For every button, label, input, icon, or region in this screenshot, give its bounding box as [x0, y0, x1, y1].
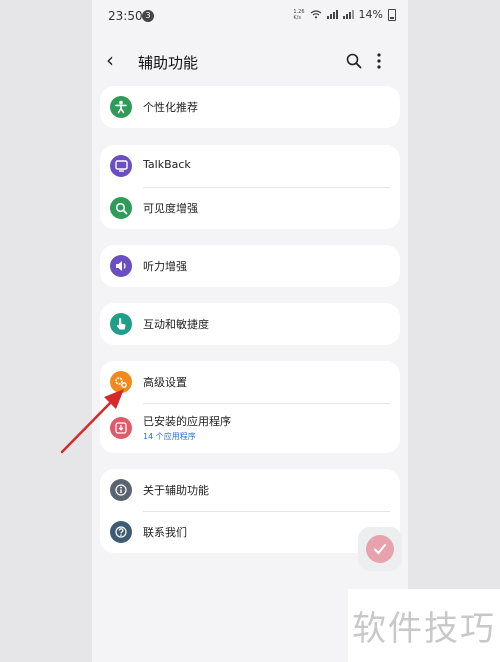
- info-icon: [110, 479, 132, 501]
- list-item-label: 互动和敏捷度: [143, 318, 209, 331]
- more-vert-icon[interactable]: [374, 51, 384, 71]
- page-title: 辅助功能: [138, 54, 199, 72]
- settings-group-interaction: 互动和敏捷度: [100, 303, 400, 345]
- settings-group-about: 关于辅助功能 联系我们: [100, 469, 400, 553]
- list-item-interaction-dexterity[interactable]: 互动和敏捷度: [100, 303, 400, 345]
- watermark-text: 软件技巧: [352, 609, 496, 649]
- list-item-label: 听力增强: [143, 260, 187, 273]
- touch-hand-icon: [110, 313, 132, 335]
- settings-group-advanced: 高级设置 已安装的应用程序 14 个应用程序: [100, 361, 400, 453]
- talkback-screen-icon: [110, 155, 132, 177]
- list-item-label: 高级设置: [143, 376, 187, 389]
- list-item-label: 已安装的应用程序: [143, 415, 231, 428]
- speaker-icon: [110, 255, 132, 277]
- download-icon: [110, 417, 132, 439]
- list-item-subtitle: 14 个应用程序: [143, 432, 196, 441]
- wifi-icon: [310, 10, 321, 19]
- status-bar: 23:50 3 1.26 K/s 14%: [92, 0, 408, 32]
- settings-group-hearing: 听力增强: [100, 245, 400, 287]
- list-item-label: 联系我们: [143, 526, 187, 539]
- floating-accessibility-button-icon: [366, 535, 394, 563]
- settings-group-personalization: 个性化推荐: [100, 86, 400, 128]
- watermark: 软件技巧: [348, 589, 500, 662]
- magnifier-icon: [110, 197, 132, 219]
- divider: [143, 403, 390, 404]
- search-icon[interactable]: [346, 53, 362, 69]
- floating-accessibility-button[interactable]: [358, 527, 402, 571]
- phone-screen: 23:50 3 1.26 K/s 14% ‹ 辅助功能 个性化推荐 TalkBa…: [92, 0, 408, 662]
- signal-icon-2: [342, 10, 354, 19]
- list-item-about-accessibility[interactable]: 关于辅助功能: [100, 469, 400, 511]
- status-indicators: 1.26 K/s 14%: [293, 8, 396, 21]
- accessibility-person-icon: [110, 96, 132, 118]
- settings-group-vision: TalkBack 可见度增强: [100, 145, 400, 229]
- signal-icon: [326, 10, 338, 19]
- back-arrow-icon[interactable]: ‹: [106, 50, 114, 70]
- list-item-label: 个性化推荐: [143, 101, 198, 114]
- status-time: 23:50: [108, 9, 143, 23]
- list-item-label: TalkBack: [143, 158, 191, 171]
- list-item-talkback[interactable]: TalkBack: [100, 145, 400, 187]
- list-item-installed-apps[interactable]: 已安装的应用程序 14 个应用程序: [100, 405, 400, 453]
- notification-badge: 3: [142, 10, 154, 22]
- network-speed-unit: K/s: [293, 14, 301, 21]
- list-item-label: 可见度增强: [143, 202, 198, 215]
- list-item-hearing-enhancement[interactable]: 听力增强: [100, 245, 400, 287]
- battery-percent: 14%: [358, 8, 383, 21]
- gears-icon: [110, 371, 132, 393]
- list-item-contact-us[interactable]: 联系我们: [100, 511, 400, 553]
- battery-icon: [388, 8, 396, 21]
- question-icon: [110, 521, 132, 543]
- list-item-advanced-settings[interactable]: 高级设置: [100, 361, 400, 403]
- network-speed: 1.26 K/s: [293, 9, 304, 21]
- list-item-personalized-recommendation[interactable]: 个性化推荐: [100, 86, 400, 128]
- list-item-label: 关于辅助功能: [143, 484, 209, 497]
- list-item-visibility-enhancement[interactable]: 可见度增强: [100, 187, 400, 229]
- app-header: ‹ 辅助功能: [92, 40, 408, 84]
